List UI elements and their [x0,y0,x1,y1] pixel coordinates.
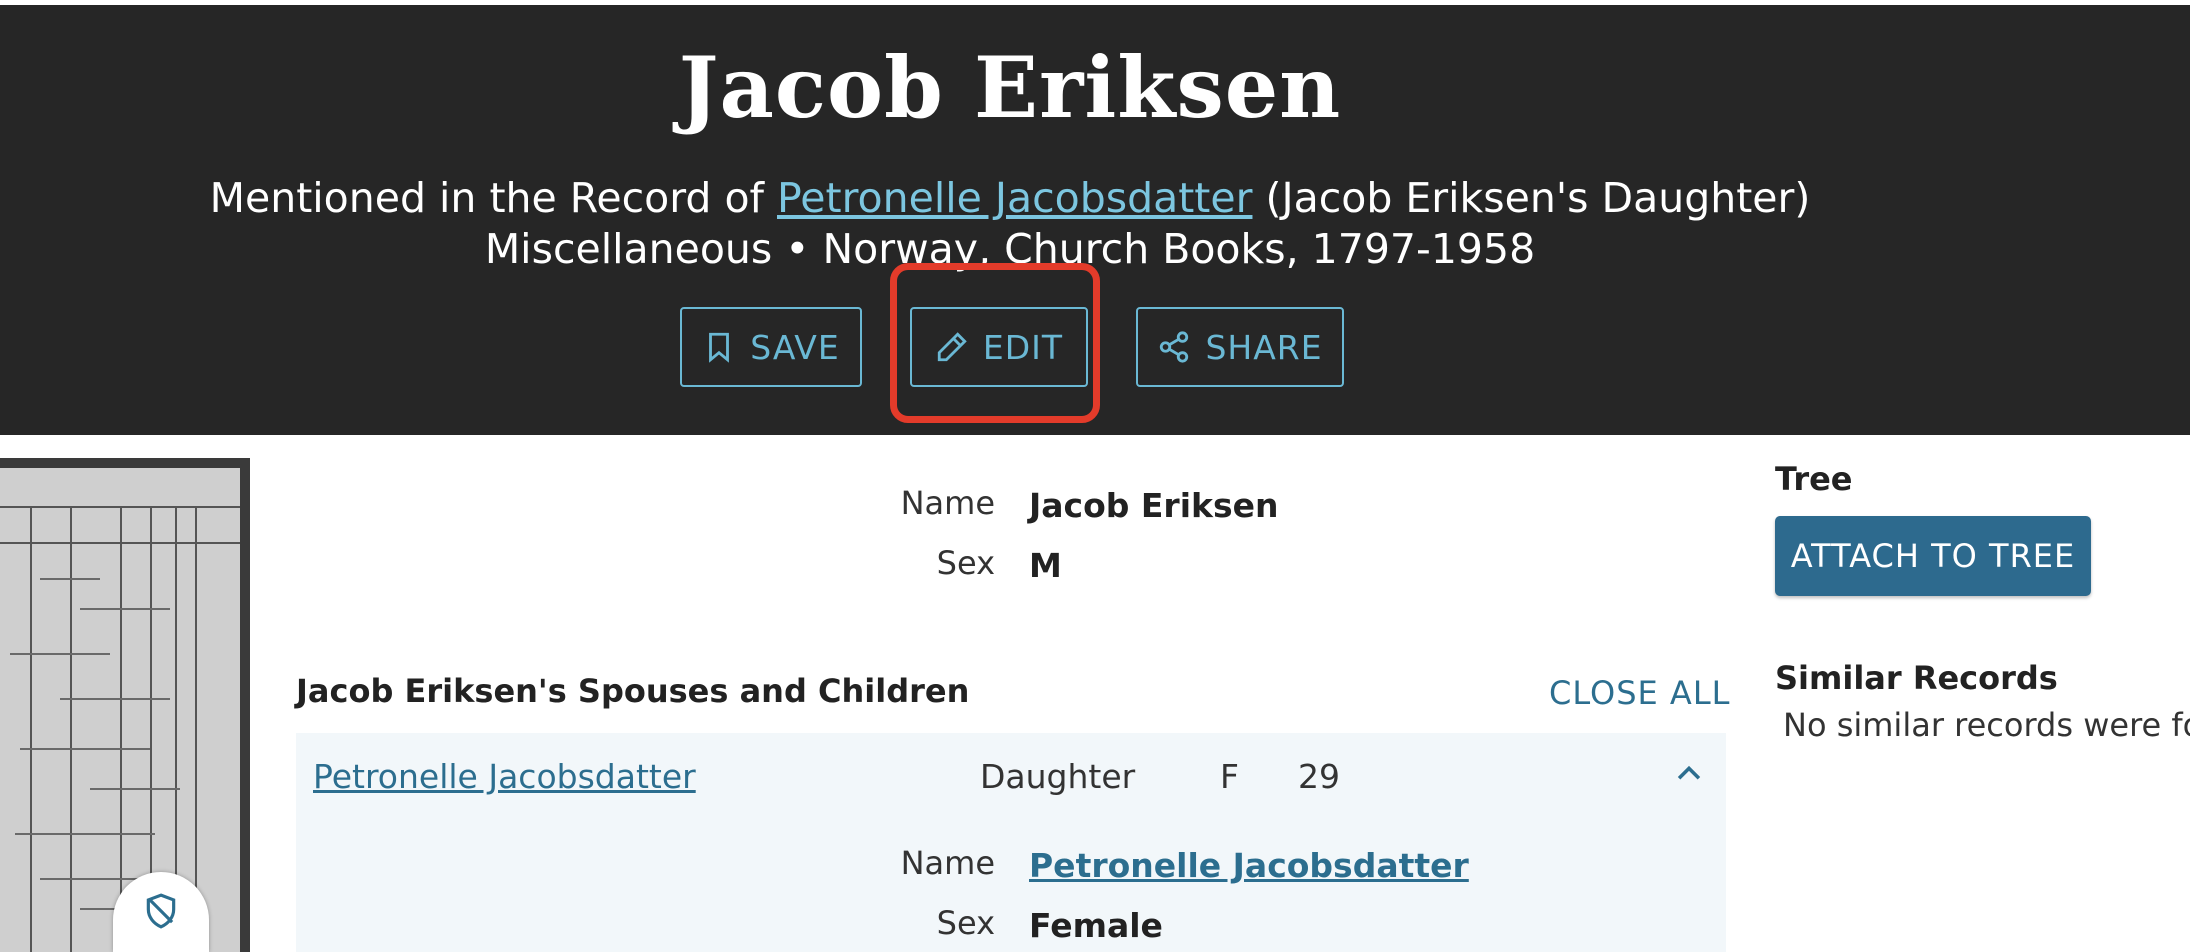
handwriting [90,788,180,790]
handwriting [80,608,170,610]
share-icon [1160,331,1189,363]
similar-records-message: No similar records were fou [1783,706,2190,744]
spouses-children-title: Jacob Eriksen's Spouses and Children [296,672,970,710]
attach-to-tree-button[interactable]: ATTACH TO TREE [1775,516,2091,596]
record-image-thumbnail[interactable] [0,458,250,952]
edit-highlight-box [890,263,1100,423]
mention-suffix: (Jacob Eriksen's Daughter) [1252,174,1811,222]
shield-off-icon [146,893,176,929]
record-mention: Mentioned in the Record of Petronelle Ja… [0,173,2020,223]
share-button[interactable]: SHARE [1136,307,1344,387]
handwriting [20,748,150,750]
handwriting [60,698,170,700]
family-member-age: 29 [1298,757,1340,796]
member-sex-value: Female [1029,906,1163,945]
name-value: Jacob Eriksen [1029,486,1279,525]
handwriting [15,833,155,835]
chevron-up-icon [1677,765,1701,780]
principal-person-link[interactable]: Petronelle Jacobsdatter [777,174,1252,222]
bookmark-icon [709,332,730,363]
member-name-label: Name [900,844,995,882]
handwriting [40,878,140,880]
family-member-name-link[interactable]: Petronelle Jacobsdatter [313,757,696,796]
sex-value: M [1029,546,1062,585]
handwriting [40,578,100,580]
tree-title: Tree [1775,460,1853,498]
handwriting [10,653,110,655]
collapse-toggle[interactable] [1672,757,1706,795]
save-button[interactable]: SAVE [680,307,862,387]
share-label: SHARE [1205,327,1323,367]
page-title: Jacob Eriksen [678,38,1342,137]
mention-prefix: Mentioned in the Record of [209,174,777,222]
member-name-link[interactable]: Petronelle Jacobsdatter [1029,846,1469,885]
record-image-page [0,468,240,952]
family-member-relationship: Daughter [980,757,1136,796]
similar-records-title: Similar Records [1775,659,2058,697]
ledger-column [30,506,32,952]
ledger-column [120,506,122,952]
name-label: Name [900,484,995,522]
ledger-column [195,506,197,952]
family-member-sex: F [1220,757,1239,796]
member-sex-label: Sex [936,904,995,942]
ledger-column [70,506,72,952]
sex-label: Sex [936,544,995,582]
save-label: SAVE [750,327,840,367]
close-all-button[interactable]: CLOSE ALL [1549,674,1730,712]
